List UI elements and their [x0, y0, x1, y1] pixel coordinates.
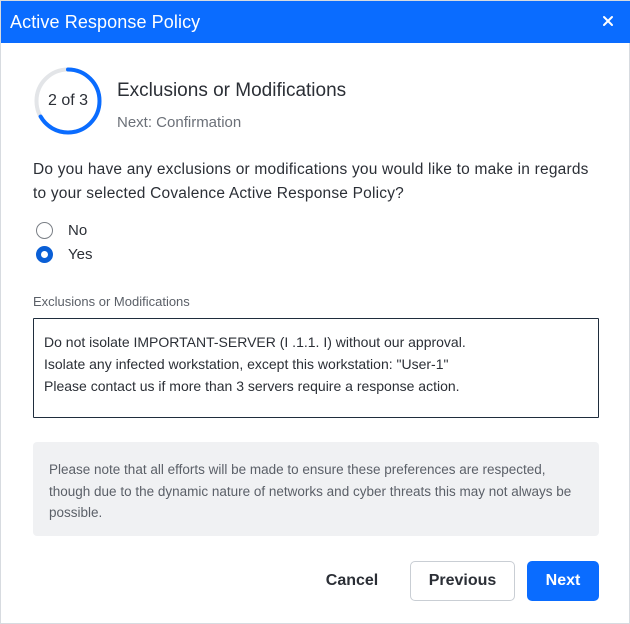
- cancel-button[interactable]: Cancel: [314, 561, 390, 601]
- textarea-line: Do not isolate IMPORTANT-SERVER (I .1.1.…: [44, 334, 466, 350]
- textarea-line: Please contact us if more than 3 servers…: [44, 378, 460, 394]
- exclusions-textarea[interactable]: Do not isolate IMPORTANT-SERVER (I .1.1.…: [33, 318, 599, 418]
- textarea-line: Isolate any infected workstation, except…: [44, 356, 449, 372]
- info-note: Please note that all efforts will be mad…: [33, 442, 599, 536]
- radio-option-yes[interactable]: Yes: [36, 246, 92, 263]
- active-response-policy-dialog: Active Response Policy 2 of 3 Exclusions…: [0, 0, 630, 624]
- previous-button[interactable]: Previous: [410, 561, 515, 601]
- radio-no-button[interactable]: [36, 222, 53, 239]
- exclusions-field-label: Exclusions or Modifications: [33, 294, 190, 309]
- question-text: Do you have any exclusions or modificati…: [33, 161, 589, 202]
- radio-no-label: No: [68, 222, 88, 239]
- close-icon[interactable]: [599, 12, 617, 30]
- next-button[interactable]: Next: [527, 561, 599, 601]
- radio-yes-label: Yes: [68, 246, 93, 263]
- dialog-title: Active Response Policy: [10, 12, 201, 32]
- step-progress-ring: 2 of 3: [34, 67, 102, 135]
- progress-text: 2 of 3: [47, 92, 89, 109]
- radio-yes-button[interactable]: [36, 246, 53, 263]
- radio-option-no[interactable]: No: [36, 222, 87, 239]
- dialog-header: Active Response Policy: [1, 1, 630, 43]
- next-step-label: Next: Confirmation: [117, 114, 242, 131]
- step-title: Exclusions or Modifications: [117, 80, 347, 101]
